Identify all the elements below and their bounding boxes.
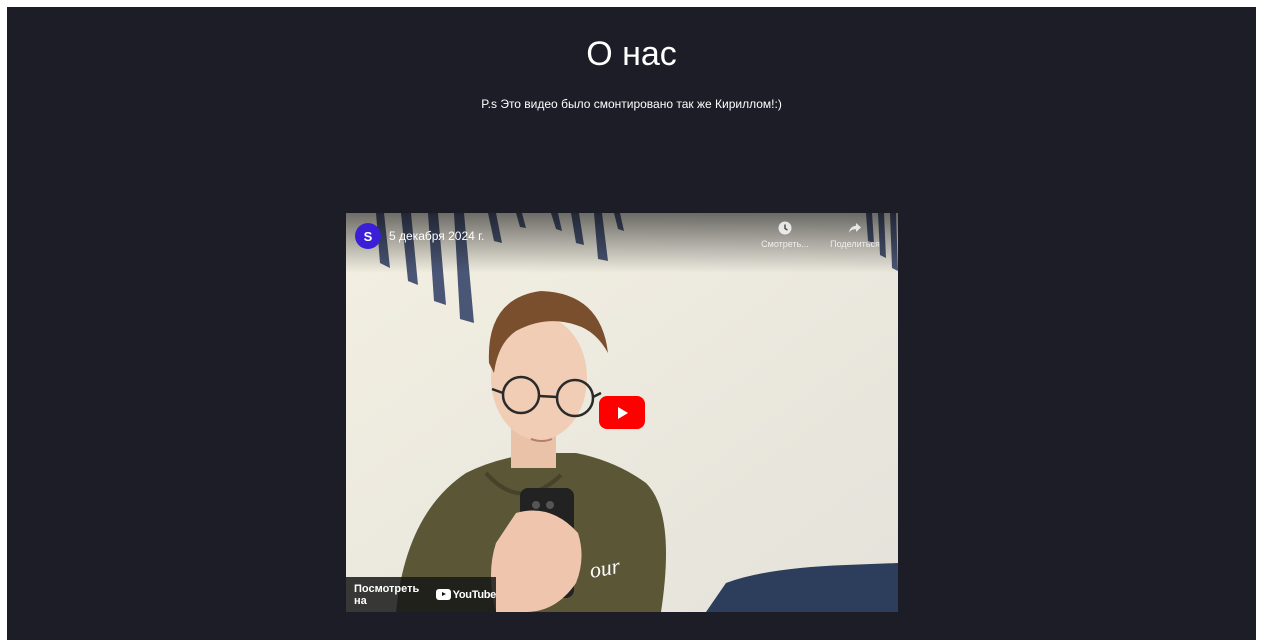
share-label: Поделиться — [830, 239, 880, 249]
video-date[interactable]: 5 декабря 2024 г. — [389, 229, 484, 243]
page-subtitle: P.s Это видео было смонтировано так же К… — [481, 97, 782, 111]
page-container: О нас P.s Это видео было смонтировано та… — [7, 7, 1256, 640]
channel-avatar-icon[interactable]: S — [355, 223, 381, 249]
clock-icon — [778, 221, 792, 235]
share-button[interactable]: Поделиться — [820, 221, 890, 249]
youtube-logo-text: YouTube — [452, 588, 497, 601]
watch-on-youtube-button[interactable]: Посмотреть на YouTube — [346, 577, 496, 612]
watch-on-label: Посмотреть на — [354, 582, 420, 607]
video-embed[interactable]: our S 5 декабря 2024 г. Смотреть... Поде… — [346, 213, 898, 612]
play-icon — [618, 406, 628, 419]
svg-text:our: our — [588, 553, 623, 583]
youtube-logo-icon: YouTube — [435, 588, 497, 601]
watch-later-label: Смотреть... — [761, 239, 809, 249]
share-icon — [849, 223, 861, 233]
watch-later-button[interactable]: Смотреть... — [750, 221, 820, 249]
play-button[interactable] — [599, 396, 645, 429]
page-title: О нас — [586, 35, 677, 73]
